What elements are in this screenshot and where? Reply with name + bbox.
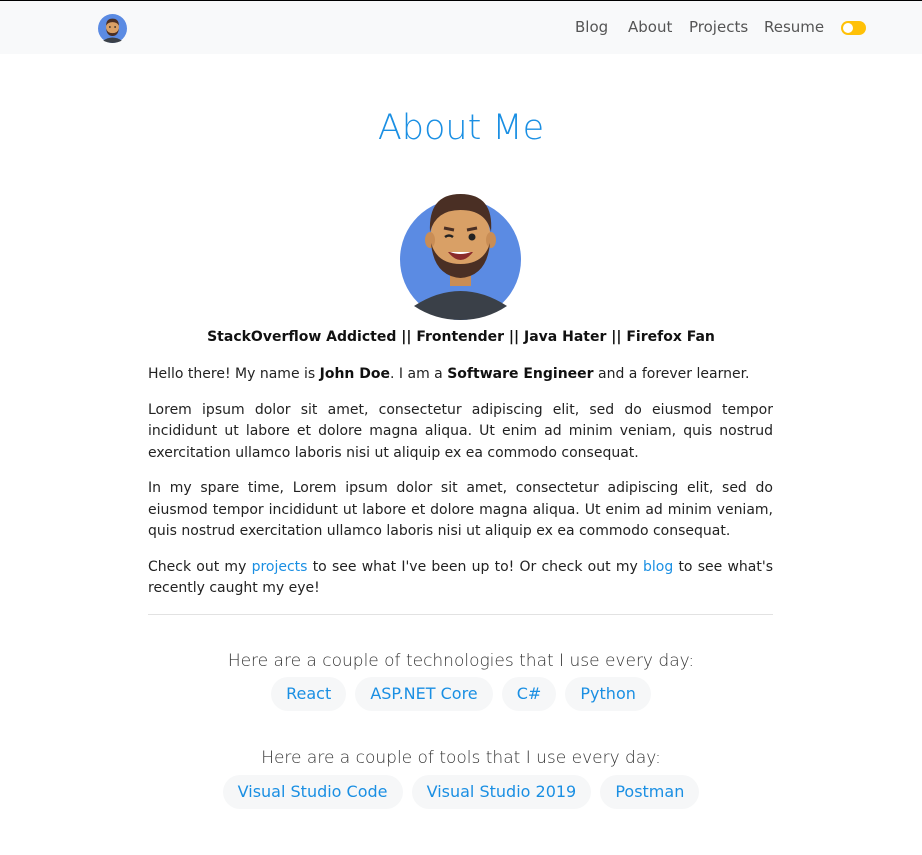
tech-pill-react[interactable]: React [271,677,347,711]
spare-time-paragraph: In my spare time, Lorem ipsum dolor sit … [148,480,773,539]
tech-pill-python[interactable]: Python [565,677,651,711]
person-role: Software Engineer [447,366,594,382]
technologies-heading: Here are a couple of technologies that I… [227,651,695,671]
paragraph-text: Check out my [148,558,252,575]
intro-text: and a forever learner. [593,366,750,382]
paragraph-text: to see what I've been up to! Or check ou… [307,558,643,575]
tool-pill-postman[interactable]: Postman [600,775,700,809]
tool-pill-visual-studio-2019[interactable]: Visual Studio 2019 [411,775,592,809]
tools-list: Visual Studio Code Visual Studio 2019 Po… [0,775,922,809]
lorem-paragraph: Lorem ipsum dolor sit amet, consectetur … [148,401,773,461]
profile-avatar-icon [400,194,521,320]
divider [148,614,773,615]
intro-paragraph: Hello there! My name is John Doe. I am a… [148,364,773,386]
nav-link-resume[interactable]: Resume [764,18,824,36]
technologies-list: React ASP.NET Core C# Python [0,677,922,711]
navbar: Blog About Projects Resume [0,0,922,54]
intro-text: . I am a [390,366,448,382]
nav-link-projects[interactable]: Projects [689,18,748,36]
nav-link-about[interactable]: About [628,18,672,36]
nav-link-blog[interactable]: Blog [575,18,608,36]
blog-link[interactable]: blog [643,559,673,575]
toggle-knob [843,23,853,33]
tagline: StackOverflow Addicted || Frontender || … [207,329,715,345]
tech-pill-csharp[interactable]: C# [501,677,557,711]
tech-pill-aspnet-core[interactable]: ASP.NET Core [355,677,493,711]
page-title: About Me [377,108,545,148]
projects-link[interactable]: projects [252,559,308,575]
tools-heading: Here are a couple of tools that I use ev… [261,748,661,768]
theme-toggle[interactable] [841,21,866,35]
intro-text: Hello there! My name is [148,366,320,382]
about-content: Hello there! My name is John Doe. I am a… [148,364,773,614]
nav-avatar-icon[interactable] [98,14,127,43]
tool-pill-vscode[interactable]: Visual Studio Code [222,775,403,809]
person-name: John Doe [319,366,391,382]
check-out-paragraph: Check out my projects to see what I've b… [148,557,773,600]
